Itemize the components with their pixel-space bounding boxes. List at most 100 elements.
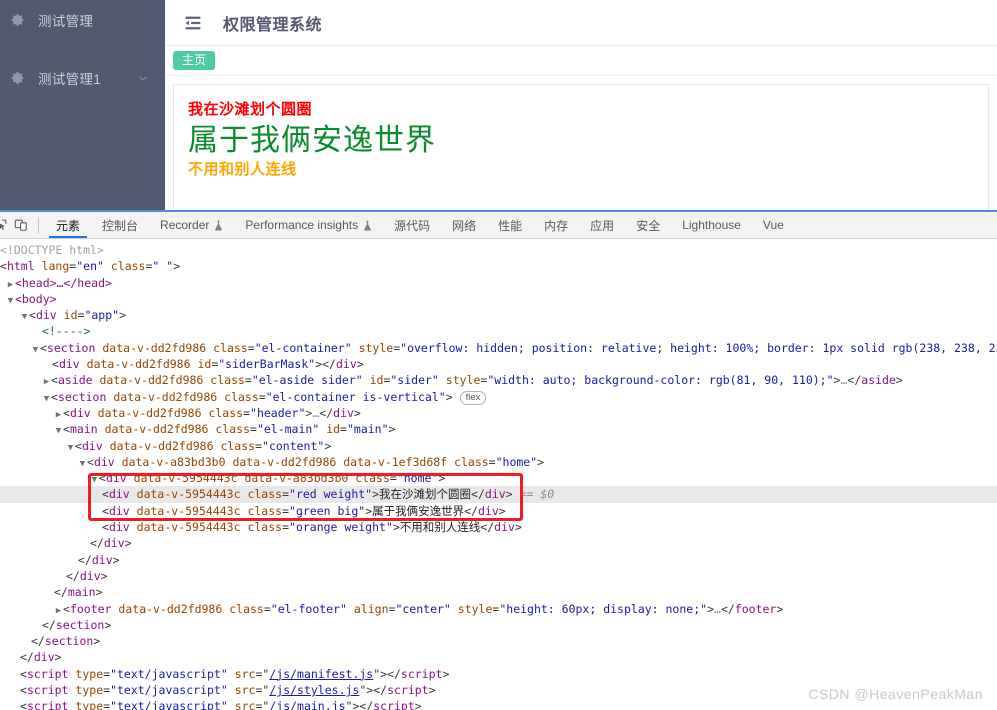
dom-line-app-div[interactable]: ▼ <div id="app"> <box>0 307 997 323</box>
attr-value: "green big" <box>289 503 366 518</box>
page-tabs-bar: 主页 <box>165 46 997 76</box>
attr-value: "el-aside sider" <box>251 373 363 388</box>
attr-name: class <box>224 389 259 404</box>
attr-name: class <box>220 438 256 453</box>
sidebar-item-test-manage[interactable]: 测试管理 <box>0 0 165 40</box>
tab-application[interactable]: 应用 <box>579 212 625 238</box>
script-src-link[interactable]: /js/styles.js <box>269 683 359 697</box>
content-card: 我在沙滩划个圆圈 属于我俩安逸世界 不用和别人连线 <box>173 84 989 210</box>
dom-line-close-section-2[interactable]: </section> <box>0 633 997 649</box>
sidebar-item-label: 测试管理1 <box>38 72 102 87</box>
dom-line-red-div[interactable]: <div data-v-5954443c class="red weight">… <box>0 486 997 503</box>
dom-line-close-div-2[interactable]: </div> <box>0 552 997 568</box>
tab-performance-insights[interactable]: Performance insights <box>234 212 383 238</box>
dom-line-aside[interactable]: ▶ <aside data-v-dd2fd986 class="el-aside … <box>0 372 997 388</box>
attr-name: class <box>247 487 283 502</box>
attr-name: class <box>110 259 146 274</box>
devtools-toolbar: 元素 控制台 Recorder Performance insights 源代码… <box>0 212 997 239</box>
tab-performance[interactable]: 性能 <box>487 212 533 238</box>
attr-value: "text/javascript" <box>110 666 228 681</box>
dom-line-home-inner[interactable]: ▼ <div data-v-5954443c data-v-a83bd3b0 cl… <box>0 470 997 486</box>
dom-line-green-div[interactable]: <div data-v-5954443c class="green big">属… <box>0 503 997 519</box>
dom-line-close-div-3[interactable]: </div> <box>0 568 997 584</box>
script-src-link[interactable]: /js/manifest.js <box>269 667 373 681</box>
attr-name: data-v-5954443c <box>136 487 241 502</box>
attr-name: src <box>234 699 256 710</box>
attr-name: class <box>208 405 244 420</box>
attr-name: data-v-a83bd3b0 <box>244 471 349 486</box>
dom-line-close-section-1[interactable]: </section> <box>0 617 997 633</box>
attr-name: class <box>213 340 248 355</box>
tab-console[interactable]: 控制台 <box>91 212 149 238</box>
inspect-element-icon[interactable] <box>0 212 8 238</box>
attr-value: "home" <box>495 454 538 469</box>
dom-line-doctype: <!DOCTYPE html> <box>0 242 997 258</box>
attr-name: type <box>75 666 104 681</box>
tab-label: Recorder <box>160 218 210 232</box>
dom-line-script-manifest[interactable]: <script type="text/javascript" src="/js/… <box>0 666 997 682</box>
attr-value: "center" <box>395 601 451 616</box>
attr-name: class <box>355 471 390 486</box>
tab-label: Performance insights <box>245 218 359 232</box>
dom-line-content-div[interactable]: ▼ <div data-v-dd2fd986 class="content"> <box>0 438 997 454</box>
attr-name: class <box>215 422 250 437</box>
tab-elements[interactable]: 元素 <box>45 212 91 238</box>
attr-name: class <box>247 520 283 535</box>
node-text: 我在沙滩划个圆圈 <box>379 487 472 502</box>
tab-vue[interactable]: Vue <box>752 212 795 238</box>
screenshot-root: 测试管理 测试管理1 权限管理系统 主页 我在沙滩划个圆圈 属于我俩安逸世界 不… <box>0 0 997 710</box>
dom-tree[interactable]: <!DOCTYPE html> <html lang="en" class=" … <box>0 239 997 710</box>
dom-line-home-outer[interactable]: ▼ <div data-v-a83bd3b0 data-v-dd2fd986 da… <box>0 454 997 470</box>
attr-name: data-v-dd2fd986 <box>118 601 223 616</box>
attr-value: "red weight" <box>289 487 373 502</box>
attr-value: "header" <box>250 405 306 420</box>
dom-line-body[interactable]: ▼ <body> <box>0 291 997 307</box>
tab-home[interactable]: 主页 <box>173 51 216 70</box>
dom-line-header-div[interactable]: ▶ <div data-v-dd2fd986 class="header">…</… <box>0 405 997 421</box>
chevron-down-icon[interactable] <box>137 72 149 84</box>
dom-line-close-app-div[interactable]: </div> <box>0 649 997 665</box>
dom-line-close-main[interactable]: </main> <box>0 584 997 600</box>
attr-value: "orange weight" <box>289 520 393 535</box>
gear-icon <box>11 72 24 84</box>
attr-name: data-v-a83bd3b0 <box>121 454 226 469</box>
experiment-flask-icon <box>215 220 223 231</box>
device-toolbar-icon[interactable] <box>8 212 34 238</box>
tab-recorder[interactable]: Recorder <box>149 212 234 238</box>
attr-name: data-v-5954443c <box>136 520 241 535</box>
dom-line-siderbarmask[interactable]: <div data-v-dd2fd986 id="siderBarMask"><… <box>0 356 997 372</box>
attr-name: data-v-5954443c <box>136 503 241 518</box>
tab-lighthouse[interactable]: Lighthouse <box>671 212 752 238</box>
dom-line-close-div-1[interactable]: </div> <box>0 535 997 551</box>
attr-name: data-v-dd2fd986 <box>99 373 204 388</box>
script-src-link[interactable]: /js/main.js <box>269 699 345 710</box>
attr-name: class <box>454 454 489 469</box>
dom-line-head[interactable]: ▶ <head>…</head> <box>0 275 997 291</box>
attr-name: data-v-dd2fd986 <box>109 438 214 453</box>
tab-sources[interactable]: 源代码 <box>383 212 441 238</box>
tab-label: 网络 <box>452 218 477 233</box>
toolbar-divider <box>38 217 39 233</box>
attr-name: id <box>369 373 384 388</box>
dom-line-footer[interactable]: ▶ <footer data-v-dd2fd986 class="el-foote… <box>0 601 997 617</box>
attr-value: "el-container" <box>254 340 352 355</box>
dom-line-html[interactable]: <html lang="en" class=" "> <box>0 258 997 274</box>
flex-badge[interactable]: flex <box>459 390 487 405</box>
attr-name: lang <box>41 259 70 274</box>
app-header: 权限管理系统 <box>165 0 997 46</box>
tab-label: Lighthouse <box>682 218 741 232</box>
sidebar-item-test-manage-1[interactable]: 测试管理1 <box>0 58 165 98</box>
menu-fold-icon[interactable] <box>183 13 203 33</box>
attr-name: id <box>326 422 341 437</box>
attr-name: id <box>197 357 212 372</box>
attr-value: "width: auto; background-color: rgb(81, … <box>487 373 834 388</box>
dom-line-section-container[interactable]: ▼ <section data-v-dd2fd986 class="el-cont… <box>0 340 997 356</box>
dom-line-orange-div[interactable]: <div data-v-5954443c class="orange weigh… <box>0 519 997 535</box>
tab-network[interactable]: 网络 <box>441 212 487 238</box>
dom-line-main[interactable]: ▼ <main data-v-dd2fd986 class="el-main" i… <box>0 421 997 437</box>
tab-security[interactable]: 安全 <box>625 212 671 238</box>
attr-name: data-v-dd2fd986 <box>102 340 207 355</box>
tab-memory[interactable]: 内存 <box>533 212 579 238</box>
dom-line-section-vertical[interactable]: ▼ <section data-v-dd2fd986 class="el-cont… <box>0 389 997 405</box>
attr-value: "height: 60px; display: none;" <box>499 601 708 616</box>
